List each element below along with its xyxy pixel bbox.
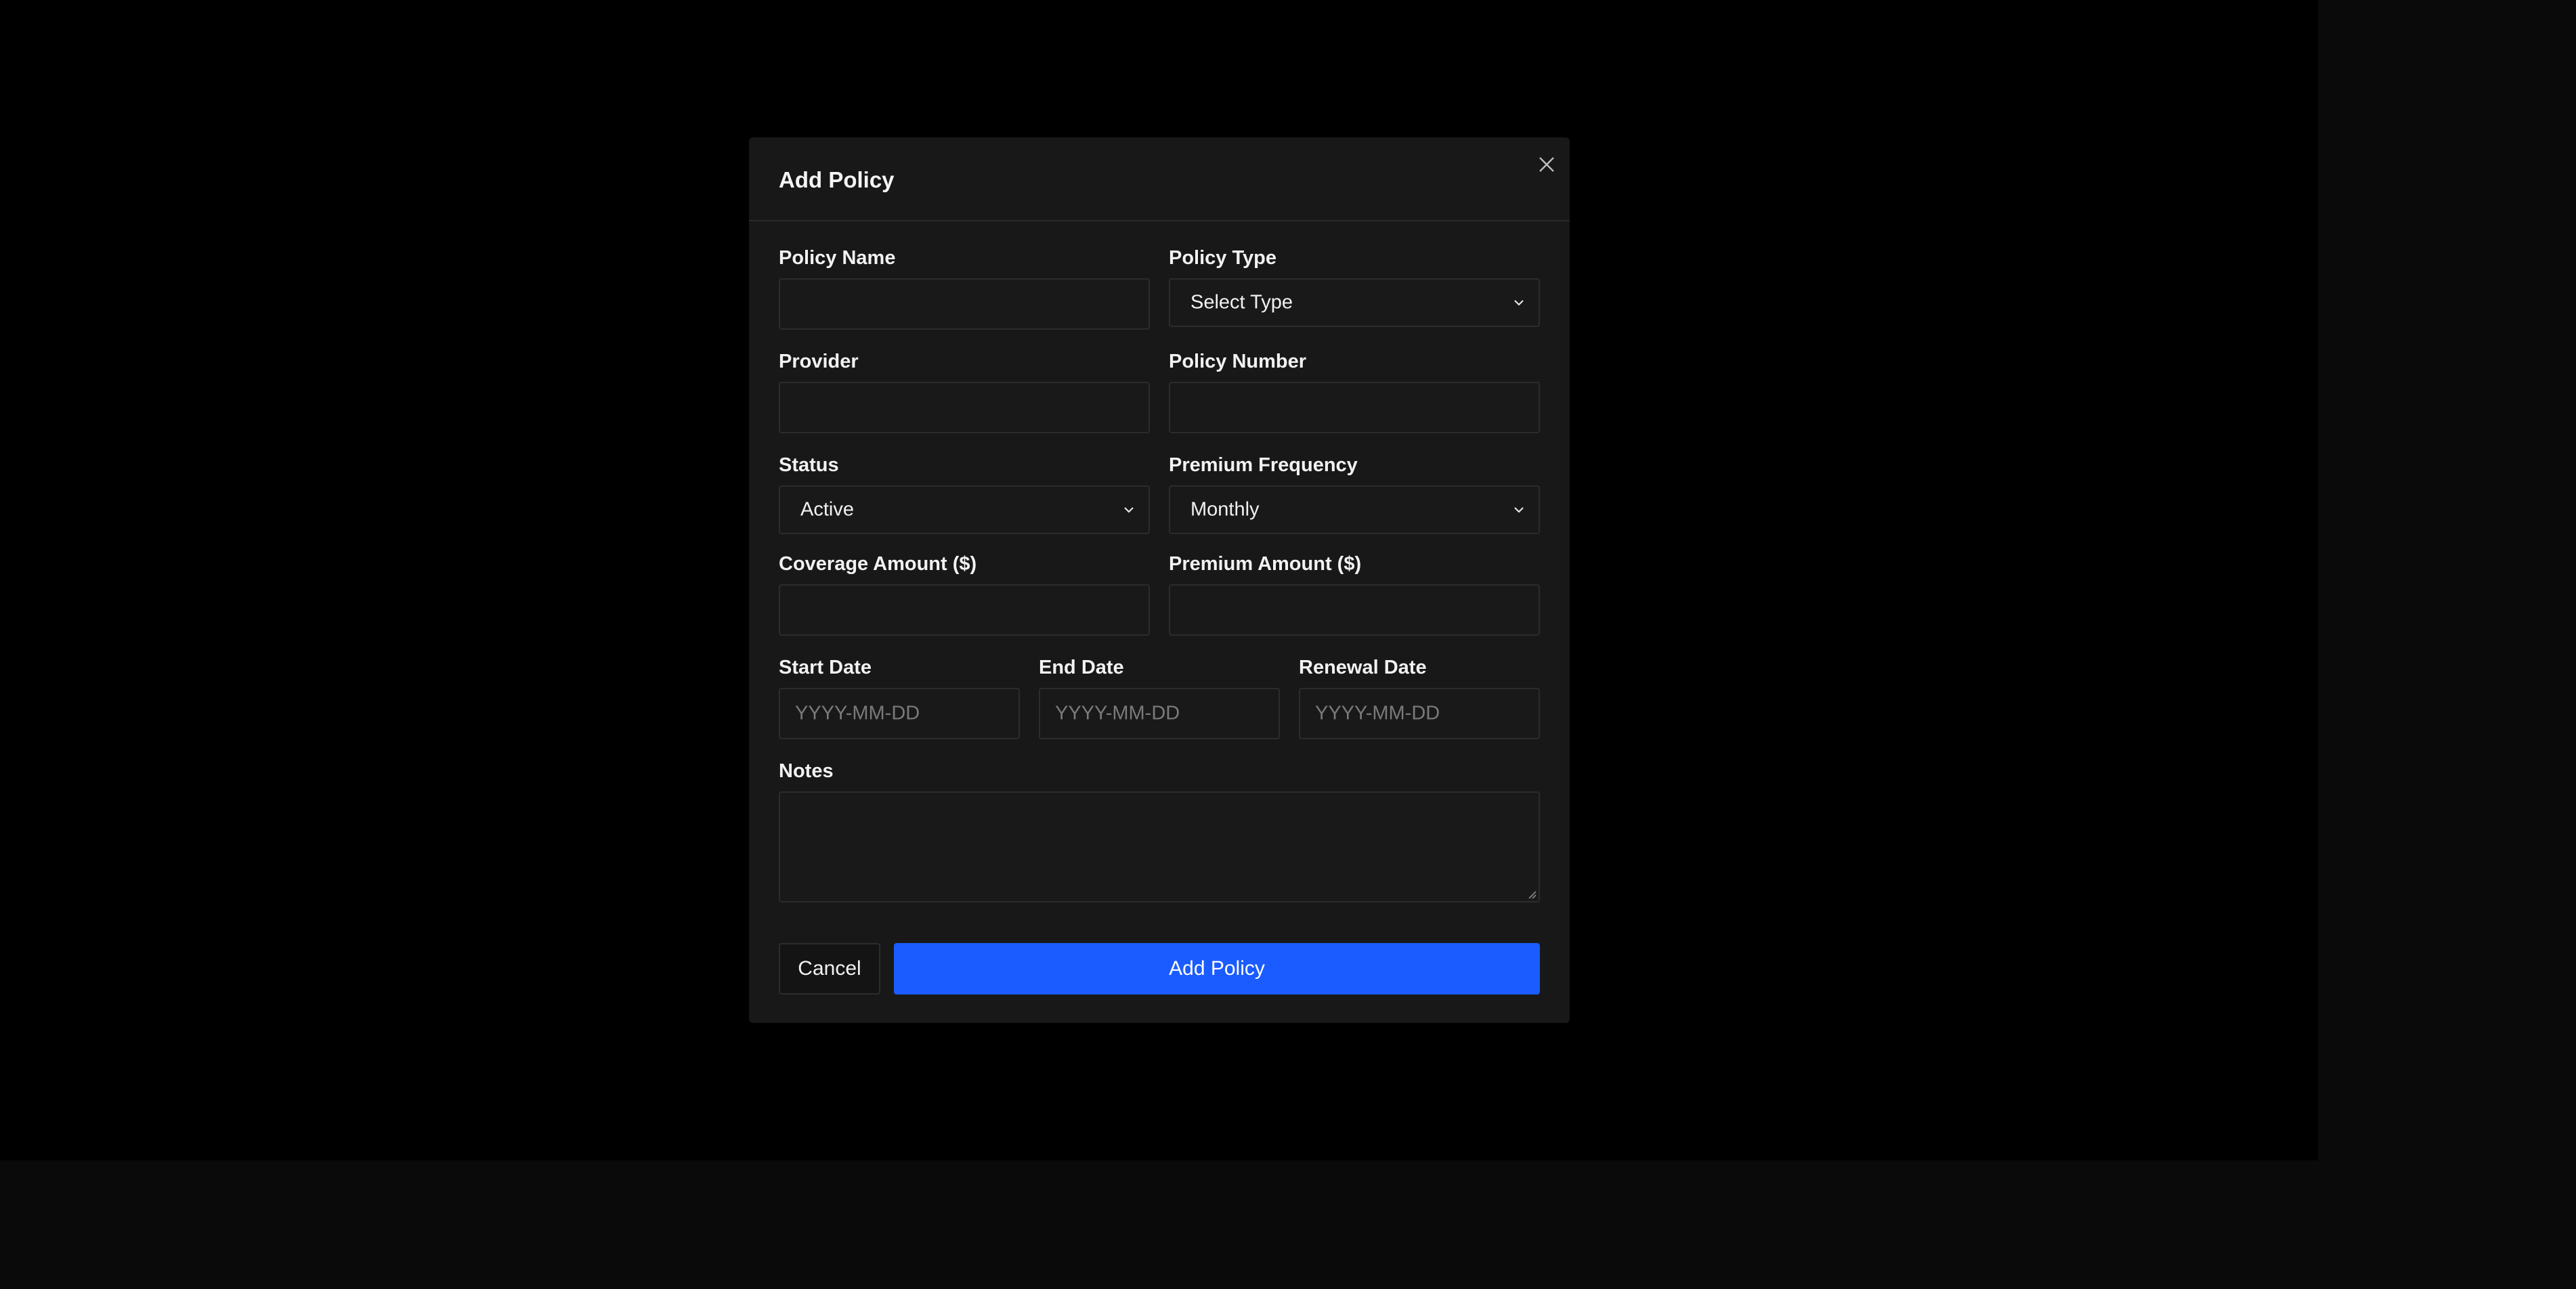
start-date-field: Start Date YYYY-MM-DD — [779, 657, 1020, 739]
provider-field: Provider — [779, 351, 1150, 433]
chevron-down-icon — [1514, 300, 1524, 306]
provider-label: Provider — [779, 351, 859, 372]
renewal-date-label: Renewal Date — [1299, 657, 1427, 678]
end-date-placeholder: YYYY-MM-DD — [1055, 702, 1180, 724]
notes-label: Notes — [779, 760, 834, 782]
notes-field: Notes — [779, 760, 1540, 902]
start-date-placeholder: YYYY-MM-DD — [795, 702, 920, 724]
cancel-button[interactable]: Cancel — [779, 943, 880, 995]
premium-frequency-select[interactable]: Monthly — [1169, 485, 1540, 534]
provider-input[interactable] — [779, 382, 1150, 433]
add-policy-button[interactable]: Add Policy — [894, 943, 1540, 995]
policy-name-label: Policy Name — [779, 247, 896, 269]
status-field: Status Active — [779, 454, 1150, 534]
coverage-amount-input[interactable] — [779, 584, 1150, 636]
start-date-label: Start Date — [779, 657, 872, 678]
premium-frequency-value: Monthly — [1190, 498, 1260, 521]
close-button[interactable] — [1533, 151, 1560, 178]
add-policy-modal: Add Policy Policy Name Policy Type Selec… — [749, 137, 1570, 1023]
close-icon — [1539, 157, 1554, 172]
status-value: Active — [800, 498, 854, 521]
chevron-down-icon — [1124, 507, 1134, 513]
policy-name-field: Policy Name — [779, 247, 1150, 330]
end-date-field: End Date YYYY-MM-DD — [1039, 657, 1280, 739]
status-select[interactable]: Active — [779, 485, 1150, 534]
policy-type-field: Policy Type Select Type — [1169, 247, 1540, 327]
coverage-amount-field: Coverage Amount ($) — [779, 553, 1150, 636]
premium-amount-input[interactable] — [1169, 584, 1540, 636]
end-date-label: End Date — [1039, 657, 1124, 678]
end-date-input[interactable]: YYYY-MM-DD — [1039, 688, 1280, 739]
start-date-input[interactable]: YYYY-MM-DD — [779, 688, 1020, 739]
renewal-date-input[interactable]: YYYY-MM-DD — [1299, 688, 1540, 739]
policy-name-input[interactable] — [779, 278, 1150, 330]
chevron-down-icon — [1514, 507, 1524, 513]
premium-frequency-field: Premium Frequency Monthly — [1169, 454, 1540, 534]
policy-type-select[interactable]: Select Type — [1169, 278, 1540, 327]
modal-header: Add Policy — [749, 137, 1570, 221]
policy-number-label: Policy Number — [1169, 351, 1307, 372]
premium-amount-label: Premium Amount ($) — [1169, 553, 1362, 575]
renewal-date-field: Renewal Date YYYY-MM-DD — [1299, 657, 1540, 739]
resize-handle-icon[interactable] — [1526, 889, 1537, 900]
coverage-amount-label: Coverage Amount ($) — [779, 553, 977, 575]
notes-textarea[interactable] — [779, 791, 1540, 902]
policy-number-field: Policy Number — [1169, 351, 1540, 433]
modal-title: Add Policy — [779, 167, 895, 192]
renewal-date-placeholder: YYYY-MM-DD — [1315, 702, 1440, 724]
premium-frequency-label: Premium Frequency — [1169, 454, 1358, 476]
policy-number-input[interactable] — [1169, 382, 1540, 433]
premium-amount-field: Premium Amount ($) — [1169, 553, 1540, 636]
policy-type-value: Select Type — [1190, 291, 1293, 313]
policy-type-label: Policy Type — [1169, 247, 1277, 269]
status-label: Status — [779, 454, 839, 476]
